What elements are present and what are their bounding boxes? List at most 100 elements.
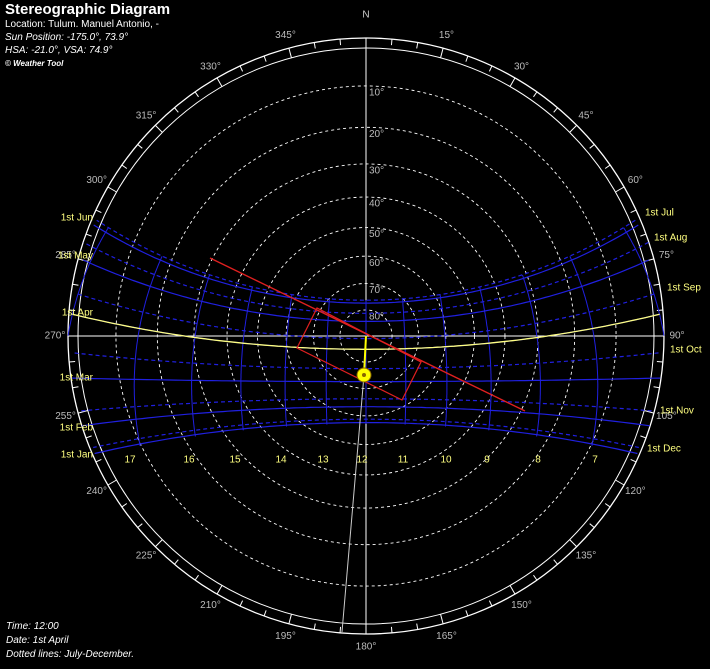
- altitude-label: 40°: [369, 199, 384, 210]
- bearing-label: 45°: [578, 111, 593, 122]
- azimuth-tick: [288, 48, 292, 58]
- azimuth-tick: [656, 360, 663, 363]
- azimuth-tick: [440, 48, 444, 58]
- diagram-title: Stereographic Diagram: [5, 1, 171, 18]
- bearing-label: 135°: [576, 551, 597, 562]
- azimuth-tick: [509, 585, 516, 595]
- azimuth-tick: [533, 574, 538, 581]
- bearing-label: 90°: [669, 331, 684, 342]
- azimuth-tick: [653, 283, 660, 286]
- azimuth-tick: [640, 233, 647, 237]
- azimuth-tick: [465, 610, 469, 617]
- azimuth-tick: [216, 77, 223, 87]
- bearing-label: 315°: [136, 111, 157, 122]
- bearing-label: 255°: [55, 411, 76, 422]
- hour-line: [67, 227, 109, 336]
- hour-line: [623, 227, 665, 336]
- altitude-label: 60°: [369, 258, 384, 269]
- sun-position-text: Sun Position: -175.0°, 73.9°: [5, 32, 129, 43]
- hour-label: 11: [398, 455, 409, 466]
- altitude-label: 70°: [369, 285, 384, 296]
- location-text: Location: Tulum. Manuel Antonio, -: [5, 19, 159, 30]
- month-label-right: 1st Aug: [654, 233, 687, 244]
- altitude-label: 30°: [369, 166, 384, 177]
- azimuth-tick: [194, 91, 199, 98]
- hour-label: 7: [592, 455, 598, 466]
- bearing-label: 240°: [86, 486, 107, 497]
- azimuth-tick: [569, 539, 578, 548]
- bearing-label: 180°: [356, 642, 377, 653]
- month-label-right: 1st Oct: [670, 345, 702, 356]
- azimuth-tick: [239, 65, 244, 72]
- bearing-label: 120°: [625, 486, 646, 497]
- hour-label: 17: [124, 455, 136, 466]
- bearing-label: 60°: [628, 175, 643, 186]
- azimuth-tick: [615, 186, 625, 193]
- bearing-label: 300°: [86, 175, 107, 186]
- hour-line: [439, 294, 448, 427]
- month-label-right: 1st Sep: [667, 283, 701, 294]
- azimuth-tick: [569, 124, 578, 133]
- bearing-label: 30°: [514, 61, 529, 72]
- month-label-left: 1st Jan: [61, 450, 93, 461]
- month-label-right: 1st Nov: [660, 406, 694, 417]
- bearing-label: 150°: [511, 600, 532, 611]
- azimuth-tick: [630, 458, 637, 463]
- azimuth-tick: [465, 55, 469, 62]
- time-text: Time: 12:00: [6, 621, 59, 632]
- azimuth-tick: [313, 42, 316, 49]
- hour-line: [240, 286, 253, 431]
- azimuth-tick: [488, 600, 493, 607]
- azimuth-tick: [95, 458, 102, 463]
- azimuth-tick: [194, 574, 199, 581]
- azimuth-tick: [630, 209, 637, 214]
- month-label-left: 1st Mar: [60, 373, 94, 384]
- bearing-label: 345°: [275, 30, 296, 41]
- azimuth-tick: [615, 479, 625, 486]
- azimuth-tick: [440, 614, 444, 624]
- azimuth-tick: [137, 144, 143, 149]
- hour-line: [479, 286, 492, 431]
- azimuth-tick: [390, 39, 393, 46]
- azimuth-tick: [589, 523, 595, 528]
- bearing-label: 270°: [45, 331, 66, 342]
- azimuth-tick: [85, 435, 92, 439]
- hour-label: 12: [356, 455, 368, 466]
- bearing-label: 195°: [275, 631, 296, 642]
- azimuth-tick: [553, 107, 558, 113]
- azimuth-tick: [263, 610, 267, 617]
- azimuth-tick: [416, 623, 419, 630]
- azimuth-tick: [509, 77, 516, 87]
- azimuth-tick: [137, 523, 143, 528]
- date-text: Date: 1st April: [6, 635, 69, 646]
- azimuth-tick: [313, 623, 316, 630]
- azimuth-tick: [553, 559, 558, 565]
- month-label-left: 1st Feb: [60, 423, 94, 434]
- azimuth-tick: [604, 503, 611, 508]
- shadow-angles-text: HSA: -21.0°, VSA: 74.9°: [5, 45, 113, 56]
- copyright-text: © Weather Tool: [5, 59, 64, 68]
- azimuth-tick: [589, 144, 595, 149]
- azimuth-tick: [339, 39, 342, 46]
- azimuth-tick: [72, 386, 79, 389]
- north-label: N: [362, 10, 369, 21]
- hour-label: 9: [484, 455, 490, 466]
- azimuth-tick: [640, 435, 647, 439]
- azimuth-tick: [121, 503, 128, 508]
- azimuth-tick: [339, 626, 342, 633]
- azimuth-tick: [95, 209, 102, 214]
- azimuth-tick: [656, 309, 663, 312]
- hour-label: 8: [535, 455, 541, 466]
- hour-label: 16: [183, 455, 195, 466]
- hour-label: 10: [440, 455, 452, 466]
- azimuth-tick: [85, 233, 92, 237]
- azimuth-tick: [416, 42, 419, 49]
- azimuth-tick: [216, 585, 223, 595]
- azimuth-tick: [107, 186, 117, 193]
- azimuth-tick: [107, 479, 117, 486]
- month-label-left: 1st Apr: [62, 308, 94, 319]
- azimuth-tick: [288, 614, 292, 624]
- hour-label: 13: [317, 455, 329, 466]
- azimuth-tick: [390, 626, 393, 633]
- azimuth-tick: [653, 386, 660, 389]
